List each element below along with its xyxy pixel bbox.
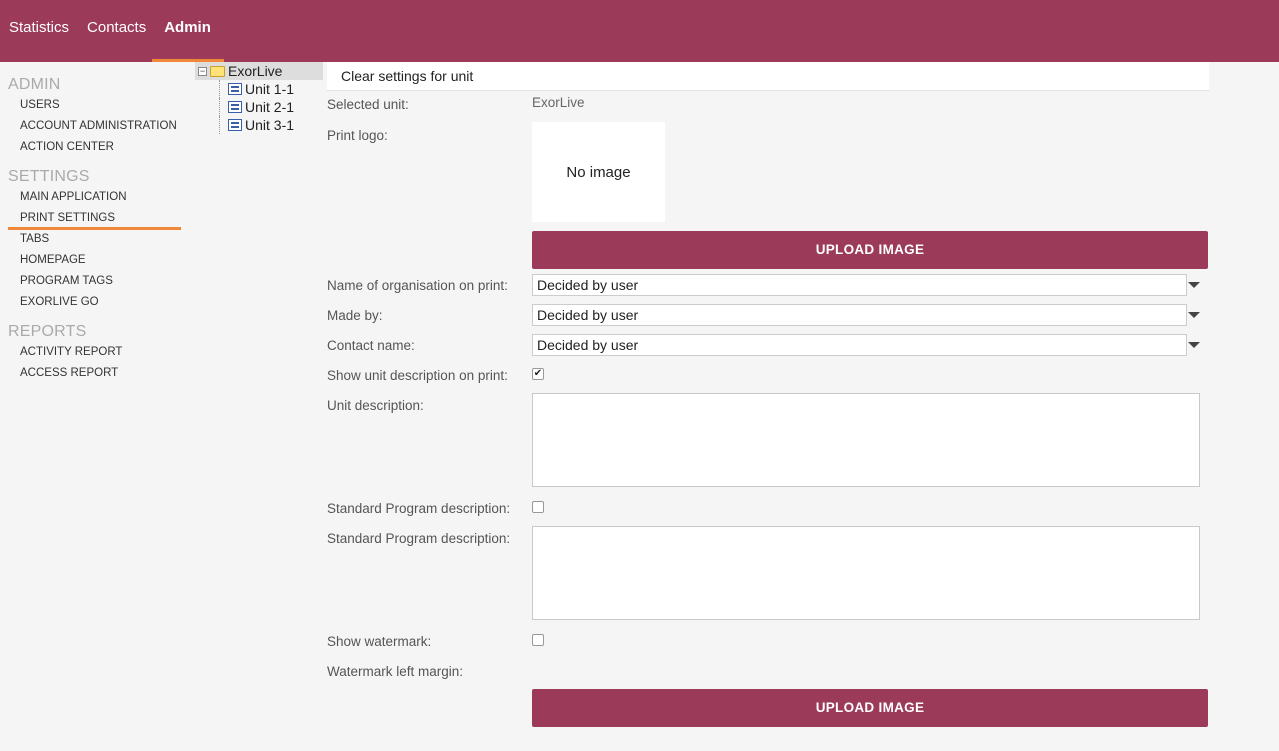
- tab-contacts[interactable]: Contacts: [78, 0, 155, 62]
- no-image-text: No image: [566, 163, 631, 181]
- contact-name-select[interactable]: Decided by user: [532, 334, 1187, 356]
- standard-program-description-label: Standard Program description:: [327, 531, 511, 546]
- unit-description-textarea[interactable]: [532, 393, 1200, 487]
- chevron-down-icon[interactable]: [1188, 312, 1200, 318]
- show-watermark-checkbox[interactable]: [532, 634, 544, 646]
- sidebar-section-reports: REPORTS: [8, 323, 87, 340]
- tree-root-label: ExorLive: [228, 63, 283, 79]
- collapse-icon[interactable]: −: [198, 66, 207, 76]
- checkmark-icon: ✔: [533, 368, 543, 379]
- show-unit-description-checkbox[interactable]: ✔: [532, 368, 544, 380]
- unit-icon: [228, 101, 242, 113]
- sidebar-item-users[interactable]: USERS: [8, 95, 188, 116]
- tree-node-unit-3-1[interactable]: Unit 3-1: [195, 116, 323, 134]
- made-by-label: Made by:: [327, 308, 383, 323]
- chevron-down-icon[interactable]: [1188, 282, 1200, 288]
- sidebar-item-homepage[interactable]: HOMEPAGE: [8, 250, 188, 271]
- show-unit-description-label: Show unit description on print:: [327, 368, 508, 383]
- sidebar-item-action-center[interactable]: ACTION CENTER: [8, 137, 188, 158]
- standard-program-description-check-label: Standard Program description:: [327, 501, 511, 516]
- sidebar-item-program-tags[interactable]: PROGRAM TAGS: [8, 271, 188, 292]
- sidebar-section-admin: ADMIN: [8, 76, 61, 93]
- tree-node-label: Unit 1-1: [245, 81, 295, 97]
- sidebar-item-main-application[interactable]: MAIN APPLICATION: [8, 187, 188, 208]
- sidebar: ADMIN USERS ACCOUNT ADMINISTRATION ACTIO…: [8, 72, 188, 384]
- sidebar-section-settings: SETTINGS: [8, 168, 90, 185]
- top-nav-tabs: Statistics Contacts Admin: [0, 0, 224, 62]
- org-name-label: Name of organisation on print:: [327, 278, 508, 293]
- tree-node-unit-1-1[interactable]: Unit 1-1: [195, 80, 323, 98]
- watermark-left-margin-label: Watermark left margin:: [327, 664, 464, 679]
- tab-statistics[interactable]: Statistics: [0, 0, 78, 62]
- upload-logo-button[interactable]: UPLOAD IMAGE: [532, 231, 1208, 269]
- standard-program-description-textarea[interactable]: [532, 526, 1200, 620]
- unit-icon: [228, 83, 242, 95]
- sidebar-item-tabs[interactable]: TABS: [8, 229, 188, 250]
- selected-unit-label: Selected unit:: [327, 97, 409, 112]
- unit-tree: − ExorLive Unit 1-1 Unit 2-1 Unit 3-1: [195, 62, 323, 134]
- tree-node-label: Unit 3-1: [245, 117, 295, 133]
- chevron-down-icon[interactable]: [1188, 342, 1200, 348]
- folder-icon: [210, 65, 225, 77]
- standard-program-description-checkbox[interactable]: [532, 501, 544, 513]
- tab-admin[interactable]: Admin: [152, 0, 224, 62]
- print-settings-panel: Clear settings for unit Selected unit: E…: [327, 62, 1209, 727]
- clear-settings-header[interactable]: Clear settings for unit: [327, 62, 1209, 91]
- sidebar-item-exorlive-go[interactable]: EXORLIVE GO: [8, 292, 188, 313]
- print-logo-preview: No image: [532, 122, 665, 222]
- tree-root-node[interactable]: − ExorLive: [195, 62, 323, 80]
- contact-name-label: Contact name:: [327, 338, 415, 353]
- upload-watermark-button[interactable]: UPLOAD IMAGE: [532, 689, 1208, 727]
- print-logo-label: Print logo:: [327, 128, 388, 143]
- sidebar-item-activity-report[interactable]: ACTIVITY REPORT: [8, 342, 188, 363]
- unit-description-label: Unit description:: [327, 398, 424, 413]
- selected-unit-value: ExorLive: [532, 95, 585, 110]
- sidebar-item-print-settings[interactable]: PRINT SETTINGS: [8, 208, 188, 230]
- org-name-select[interactable]: Decided by user: [532, 274, 1187, 296]
- tree-node-label: Unit 2-1: [245, 99, 295, 115]
- tree-node-unit-2-1[interactable]: Unit 2-1: [195, 98, 323, 116]
- sidebar-item-account-administration[interactable]: ACCOUNT ADMINISTRATION: [8, 116, 188, 137]
- made-by-select[interactable]: Decided by user: [532, 304, 1187, 326]
- show-watermark-label: Show watermark:: [327, 634, 432, 649]
- unit-icon: [228, 119, 242, 131]
- top-navigation-bar: Statistics Contacts Admin: [0, 0, 1279, 62]
- sidebar-item-access-report[interactable]: ACCESS REPORT: [8, 363, 188, 384]
